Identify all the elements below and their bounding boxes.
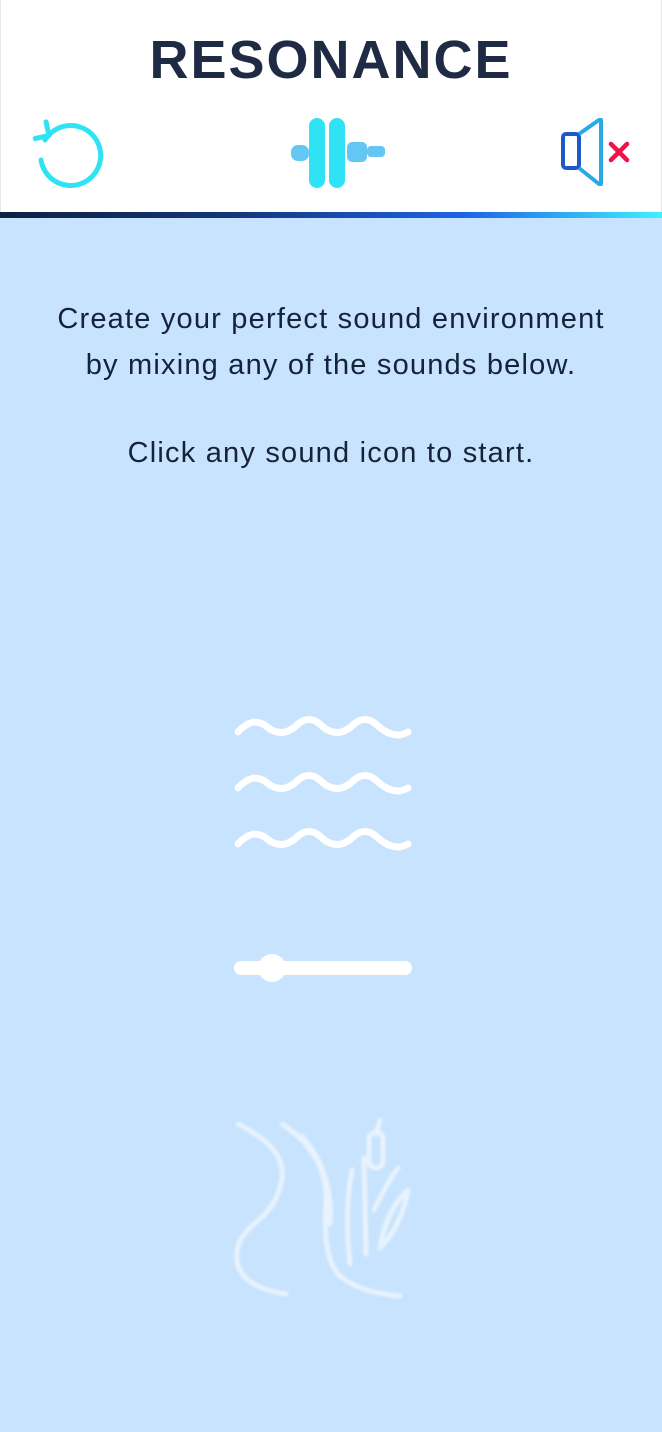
intro-text: Create your perfect sound environment by… <box>0 296 662 388</box>
water-volume-slider[interactable] <box>234 952 414 982</box>
reset-button[interactable] <box>27 114 105 192</box>
main-panel: Create your perfect sound environment by… <box>0 218 662 1432</box>
water-waves-icon <box>234 716 412 851</box>
app-title: RESONANCE <box>149 30 513 90</box>
app-root: RESONANCE Create your perfect sound envi… <box>0 0 662 1432</box>
intro-line-2: by mixing any of the sounds below. <box>85 349 577 381</box>
sound-marsh-button[interactable] <box>226 1114 422 1310</box>
volume-thumb[interactable] <box>258 954 286 982</box>
marsh-reeds-icon <box>234 1117 411 1299</box>
mute-button[interactable] <box>557 114 637 192</box>
mixer-icon <box>291 118 385 188</box>
intro-line-1: Create your perfect sound environment <box>57 303 605 335</box>
app-header: RESONANCE <box>0 0 662 213</box>
mixer-button[interactable] <box>287 116 389 192</box>
reset-icon <box>32 119 104 188</box>
start-hint: Click any sound icon to start. <box>127 437 535 469</box>
speaker-muted-icon <box>561 118 630 186</box>
sound-water-button[interactable] <box>230 712 418 860</box>
